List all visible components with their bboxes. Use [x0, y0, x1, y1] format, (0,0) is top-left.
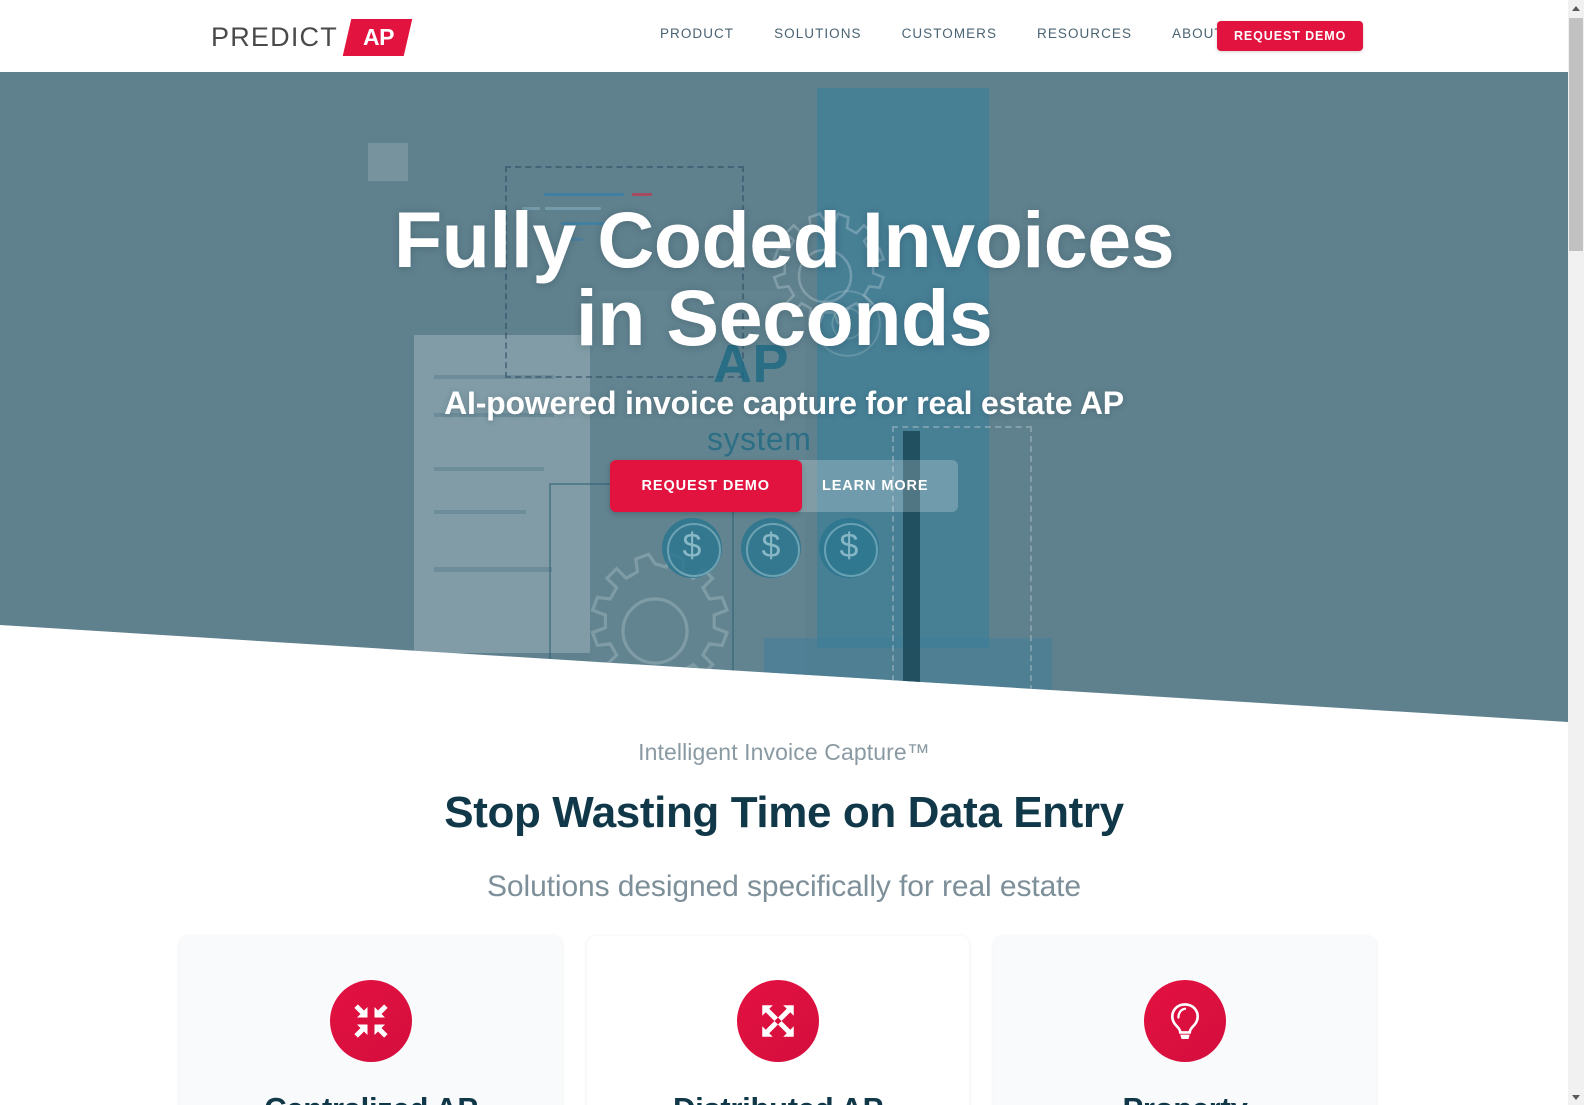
- feature-card-distributed-ap[interactable]: Distributed AP: [587, 936, 969, 1105]
- hero-title: Fully Coded Invoices in Seconds: [0, 200, 1568, 357]
- coin-symbol: $: [839, 527, 859, 565]
- coin-icon-1: $: [662, 518, 722, 578]
- hero-content: Fully Coded Invoices in Seconds AI-power…: [0, 71, 1568, 513]
- hero-button-group: REQUEST DEMO LEARN MORE: [0, 460, 1568, 513]
- section-subtitle: Solutions designed specifically for real…: [487, 870, 1081, 903]
- nav-item-customers[interactable]: CUSTOMERS: [902, 26, 997, 41]
- coin-symbol: $: [761, 527, 781, 565]
- hero-title-line-1: Fully Coded Invoices: [393, 195, 1175, 284]
- logo[interactable]: PREDICT AP: [211, 17, 413, 57]
- hero-subtitle: AI-powered invoice capture for real esta…: [444, 385, 1124, 422]
- coin-icon-3: $: [819, 518, 879, 578]
- feature-card-list: Centralized AP Distributed AP: [180, 936, 1376, 1105]
- logo-wordmark: PREDICT: [211, 21, 338, 52]
- arrows-outward-icon: [737, 980, 819, 1062]
- feature-card-centralized-ap[interactable]: Centralized AP: [180, 936, 562, 1105]
- feature-card-property[interactable]: Property: [994, 936, 1376, 1105]
- logo-badge-text: AP: [362, 23, 394, 50]
- nav-item-resources[interactable]: RESOURCES: [1037, 26, 1132, 41]
- decor-outline-box: [549, 483, 734, 709]
- lightbulb-icon: [1144, 980, 1226, 1062]
- hero-section: AP system $ $ $ Fully Coded Invoices in …: [0, 71, 1568, 722]
- section-eyebrow: Intelligent Invoice Capture™: [638, 739, 930, 765]
- nav-item-solutions[interactable]: SOLUTIONS: [774, 26, 861, 41]
- feature-card-title: Centralized AP: [264, 1091, 478, 1105]
- features-section: Intelligent Invoice Capture™ Stop Wastin…: [0, 731, 1568, 1105]
- arrows-inward-icon: [330, 980, 412, 1062]
- feature-card-title: Property: [1122, 1091, 1247, 1105]
- browser-viewport: AP system $ $ $ Fully Coded Invoices in …: [0, 0, 1568, 1105]
- coin-icon-2: $: [741, 518, 801, 578]
- page-title: Stop Wasting Time on Data Entry: [444, 788, 1124, 837]
- scroll-down-arrow-icon[interactable]: [1568, 1089, 1584, 1105]
- vertical-scrollbar[interactable]: [1568, 0, 1584, 1105]
- hero-request-demo-button[interactable]: REQUEST DEMO: [609, 460, 802, 513]
- site-header: PREDICT AP PRODUCT SOLUTIONS CUSTOMERS R…: [0, 0, 1568, 72]
- nav-item-product[interactable]: PRODUCT: [660, 26, 734, 41]
- coin-symbol: $: [682, 527, 702, 565]
- main-navigation: PRODUCT SOLUTIONS CUSTOMERS RESOURCES AB…: [660, 26, 1224, 41]
- scroll-up-arrow-icon[interactable]: [1568, 0, 1584, 16]
- scrollbar-thumb[interactable]: [1569, 18, 1583, 251]
- logo-badge: AP: [342, 18, 413, 56]
- feature-card-title: Distributed AP: [673, 1091, 883, 1105]
- hero-learn-more-button[interactable]: LEARN MORE: [791, 460, 959, 513]
- header-request-demo-button[interactable]: REQUEST DEMO: [1217, 21, 1364, 51]
- hero-title-line-2: in Seconds: [575, 273, 993, 363]
